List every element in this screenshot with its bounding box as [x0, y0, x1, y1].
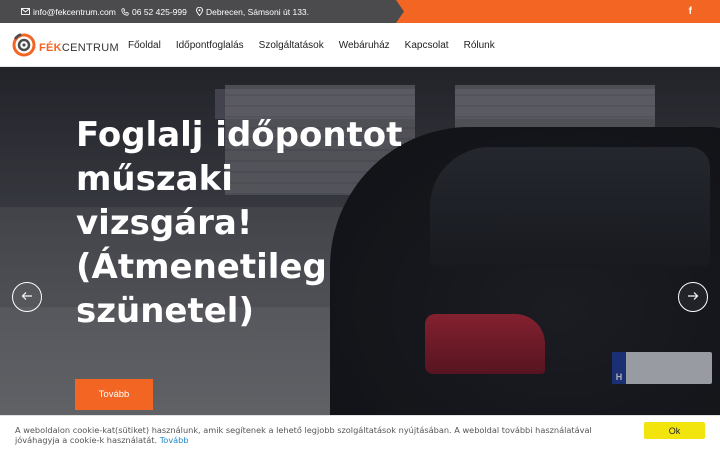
- nav-item-idopontfoglalas[interactable]: Időpontfoglalás: [176, 40, 244, 51]
- nav-item-rolunk[interactable]: Rólunk: [464, 40, 495, 51]
- arrow-right-icon: [687, 288, 699, 306]
- nav-item-kapcsolat[interactable]: Kapcsolat: [405, 40, 449, 51]
- logo-text: FÉKCENTRUM: [39, 42, 119, 54]
- cookie-consent-bar: A weboldalon cookie-kat(sütiket) használ…: [0, 415, 720, 450]
- top-bar-accent: [396, 0, 720, 23]
- nav-item-szolgaltatasok[interactable]: Szolgáltatások: [259, 40, 324, 51]
- phone-text: 06 52 425-999: [132, 6, 187, 17]
- hero-headline: Foglalj időpontot műszaki vizsgára! (Átm…: [76, 115, 403, 331]
- main-header: FÉKCENTRUM Főoldal Időpontfoglalás Szolg…: [0, 23, 720, 67]
- email-contact[interactable]: info@fekcentrum.com: [21, 0, 116, 23]
- phone-icon: [121, 7, 129, 16]
- nav-item-fooldal[interactable]: Főoldal: [128, 40, 161, 51]
- hero-cta-button[interactable]: Tovább: [75, 379, 153, 410]
- location-pin-icon: [196, 7, 203, 16]
- site-logo[interactable]: FÉKCENTRUM: [12, 33, 119, 62]
- cookie-message: A weboldalon cookie-kat(sütiket) használ…: [15, 425, 625, 445]
- nav-item-webaruhaz[interactable]: Webáruház: [339, 40, 390, 51]
- logo-brand-rest: CENTRUM: [61, 41, 120, 54]
- logo-brand-highlight: FÉK: [39, 41, 62, 54]
- address-contact: Debrecen, Sámsoni út 133.: [196, 0, 309, 23]
- main-navigation: Főoldal Időpontfoglalás Szolgáltatások W…: [128, 23, 510, 67]
- facebook-icon[interactable]: f: [689, 0, 692, 23]
- brake-disc-logo-icon: [12, 33, 36, 62]
- cookie-ok-button[interactable]: Ok: [644, 422, 705, 439]
- slider-prev-button[interactable]: [12, 282, 42, 312]
- phone-contact[interactable]: 06 52 425-999: [121, 0, 187, 23]
- address-text: Debrecen, Sámsoni út 133.: [206, 6, 310, 17]
- top-contact-bar: info@fekcentrum.com 06 52 425-999 Debrec…: [0, 0, 720, 23]
- cookie-more-link[interactable]: Tovább: [160, 435, 189, 445]
- cookie-text: A weboldalon cookie-kat(sütiket) használ…: [15, 425, 592, 445]
- envelope-icon: [21, 8, 30, 15]
- email-text: info@fekcentrum.com: [33, 6, 116, 17]
- arrow-left-icon: [21, 288, 33, 306]
- slider-next-button[interactable]: [678, 282, 708, 312]
